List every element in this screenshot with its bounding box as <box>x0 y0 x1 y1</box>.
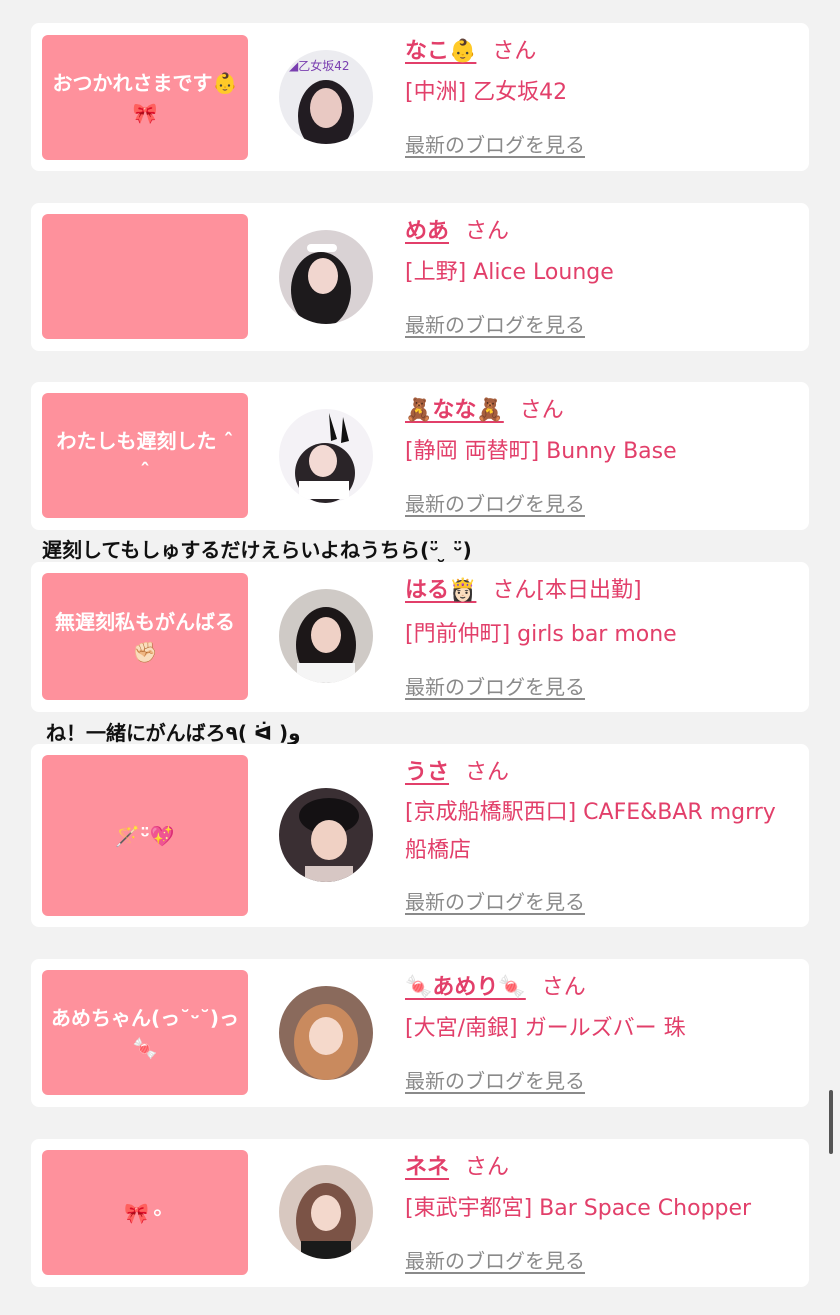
girl-card: めあ さん [上野] Alice Lounge 最新のブログを見る <box>31 203 809 351</box>
latest-blog-link[interactable]: 最新のブログを見る <box>405 309 585 338</box>
store-label[interactable]: [東武宇都宮] Bar Space Chopper <box>405 1190 795 1228</box>
girl-name-link[interactable]: なこ👶 <box>405 39 476 64</box>
message-bubble: 無遅刻私もがんばる✊🏻 <box>42 573 248 700</box>
store-label[interactable]: [大宮/南銀] ガールズバー 珠 <box>405 1010 795 1048</box>
overflow-message-text: ね！一緒にがんばろ٩( ᐛ )و <box>46 721 301 745</box>
avatar-photo[interactable] <box>279 409 373 503</box>
honorific: さん <box>519 398 564 423</box>
girl-card: あめちゃん(っ˘ᵕ˘)っ🍬 🍬あめり🍬 さん [大宮/南銀] ガールズバー 珠 最… <box>31 959 809 1107</box>
avatar-photo-icon <box>279 589 373 683</box>
girl-card: 無遅刻私もがんばる✊🏻 はる👸🏻 さん[本日出勤] [門前仲町] girls ba… <box>31 562 809 712</box>
avatar-photo-icon: ◢乙女坂42 <box>279 50 373 144</box>
latest-blog-link[interactable]: 最新のブログを見る <box>405 1065 585 1094</box>
latest-blog-link[interactable]: 最新のブログを見る <box>405 886 585 915</box>
girl-card: 🪄ᵕ̈💖 うさ さん [京成船橋駅西口] CAFE&BAR mgrry 船橋店 最… <box>31 744 809 927</box>
avatar-photo[interactable] <box>279 589 373 683</box>
name-line: 🧸なな🧸 さん <box>405 396 564 426</box>
message-text: 🎀⚬ <box>124 1200 166 1225</box>
latest-blog-link[interactable]: 最新のブログを見る <box>405 488 585 517</box>
girl-name-link[interactable]: うさ <box>405 760 449 785</box>
avatar-photo-icon <box>279 409 373 503</box>
message-text: わたしも遅刻した ˆ ˆ <box>56 428 234 483</box>
latest-blog-link[interactable]: 最新のブログを見る <box>405 129 585 158</box>
name-line: めあ さん <box>405 217 509 247</box>
girl-name-link[interactable]: ネネ <box>405 1155 449 1180</box>
avatar-photo-icon <box>279 986 373 1080</box>
girl-card: 🎀⚬ ネネ さん [東武宇都宮] Bar Space Chopper 最新のブログ… <box>31 1139 809 1287</box>
message-bubble: わたしも遅刻した ˆ ˆ <box>42 393 248 518</box>
message-text: おつかれさまです👶🎀 <box>52 70 238 125</box>
avatar-photo[interactable] <box>279 986 373 1080</box>
avatar-photo-icon <box>279 230 373 324</box>
status-badge: [本日出勤] <box>536 578 642 603</box>
girl-name-link[interactable]: はる👸🏻 <box>405 578 476 603</box>
message-bubble: 🪄ᵕ̈💖 <box>42 755 248 916</box>
avatar-photo[interactable]: ◢乙女坂42 <box>279 50 373 144</box>
avatar-photo[interactable] <box>279 1165 373 1259</box>
avatar-photo-icon <box>279 788 373 882</box>
scrollbar[interactable] <box>829 1090 833 1154</box>
girl-card: わたしも遅刻した ˆ ˆ 🧸なな🧸 さん [静岡 両替町] Bunny Base … <box>31 382 809 530</box>
latest-blog-link[interactable]: 最新のブログを見る <box>405 671 585 700</box>
avatar-photo-icon <box>279 1165 373 1259</box>
honorific: さん <box>465 219 510 244</box>
avatar-photo[interactable] <box>279 788 373 882</box>
name-line: ネネ さん <box>405 1153 509 1183</box>
honorific: さん <box>465 760 510 785</box>
honorific: さん <box>541 975 586 1000</box>
overflow-message-text: 遅刻してもしゅするだけえらいよねうちら(ᵕ̈ ̮ ᵕ̈) <box>42 538 472 562</box>
girl-name-link[interactable]: 🧸なな🧸 <box>405 398 504 423</box>
name-line: 🍬あめり🍬 さん <box>405 973 586 1003</box>
store-label[interactable]: [中洲] 乙女坂42 <box>405 74 795 112</box>
name-line: はる👸🏻 さん[本日出勤] <box>405 576 642 606</box>
girl-name-link[interactable]: 🍬あめり🍬 <box>405 975 526 1000</box>
girl-card: おつかれさまです👶🎀 ◢乙女坂42 なこ👶 さん [中洲] 乙女坂42 最新のブロ… <box>31 23 809 171</box>
message-text: あめちゃん(っ˘ᵕ˘)っ🍬 <box>50 1005 240 1060</box>
message-bubble: おつかれさまです👶🎀 <box>42 35 248 160</box>
message-text: 無遅刻私もがんばる✊🏻 <box>55 609 235 664</box>
store-label[interactable]: [京成船橋駅西口] CAFE&BAR mgrry 船橋店 <box>405 794 795 870</box>
avatar-photo[interactable] <box>279 230 373 324</box>
girl-name-link[interactable]: めあ <box>405 219 449 244</box>
message-bubble <box>42 214 248 339</box>
honorific: さん <box>465 1155 510 1180</box>
store-label[interactable]: [上野] Alice Lounge <box>405 254 795 292</box>
store-label[interactable]: [門前仲町] girls bar mone <box>405 616 795 654</box>
name-line: うさ さん <box>405 758 509 788</box>
message-text: 🪄ᵕ̈💖 <box>115 823 175 848</box>
svg-text:◢乙女坂42: ◢乙女坂42 <box>289 58 350 73</box>
store-label[interactable]: [静岡 両替町] Bunny Base <box>405 433 795 471</box>
honorific: さん <box>492 39 537 64</box>
honorific: さん <box>492 578 537 603</box>
name-line: なこ👶 さん <box>405 37 536 67</box>
message-bubble: あめちゃん(っ˘ᵕ˘)っ🍬 <box>42 970 248 1095</box>
latest-blog-link[interactable]: 最新のブログを見る <box>405 1245 585 1274</box>
message-bubble: 🎀⚬ <box>42 1150 248 1275</box>
